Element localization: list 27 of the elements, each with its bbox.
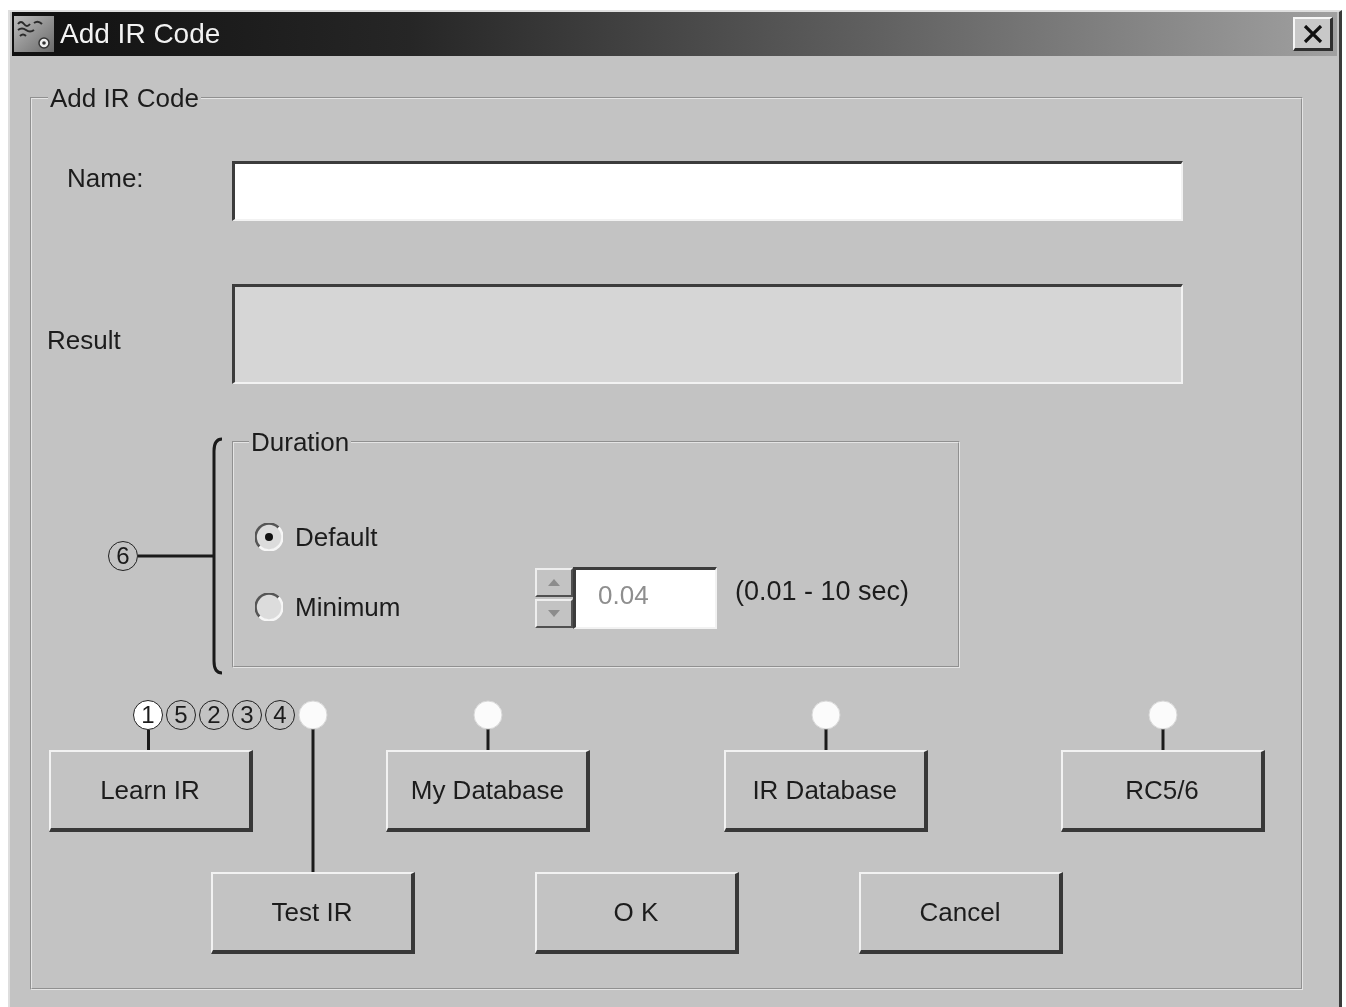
range-label: (0.01 - 10 sec) — [735, 576, 910, 606]
dialog-button[interactable]: IR Database — [723, 750, 928, 832]
leader-line — [147, 730, 150, 750]
group-title: Add IR Code — [49, 83, 200, 113]
window-title: Add IR Code — [60, 18, 221, 50]
field-label: Result — [46, 325, 122, 355]
up-arrow-icon — [548, 579, 560, 586]
dialog-button[interactable]: My Database — [386, 750, 591, 832]
brace-icon — [138, 437, 222, 675]
spin-up-button[interactable] — [535, 568, 573, 597]
radio-option[interactable]: Default — [255, 522, 535, 552]
spin-down-button[interactable] — [535, 599, 573, 628]
name-field[interactable] — [232, 161, 1183, 221]
callout-number: 1 — [133, 700, 163, 730]
dialog-button[interactable]: O K — [535, 872, 739, 954]
field-label: Name: — [66, 163, 145, 193]
dialog-button[interactable]: Test IR — [211, 872, 415, 954]
close-icon — [1302, 24, 1323, 43]
close-button[interactable] — [1293, 17, 1333, 51]
app-icon — [14, 16, 54, 52]
radio-option[interactable]: Minimum — [255, 592, 535, 622]
down-arrow-icon — [548, 610, 560, 617]
result-field[interactable] — [232, 284, 1183, 384]
dialog-button[interactable]: RC5/6 — [1061, 750, 1265, 832]
dialog-button[interactable]: Cancel — [859, 872, 1063, 954]
dialog-button[interactable]: Learn IR — [49, 750, 253, 832]
group-title: Duration — [250, 427, 351, 457]
